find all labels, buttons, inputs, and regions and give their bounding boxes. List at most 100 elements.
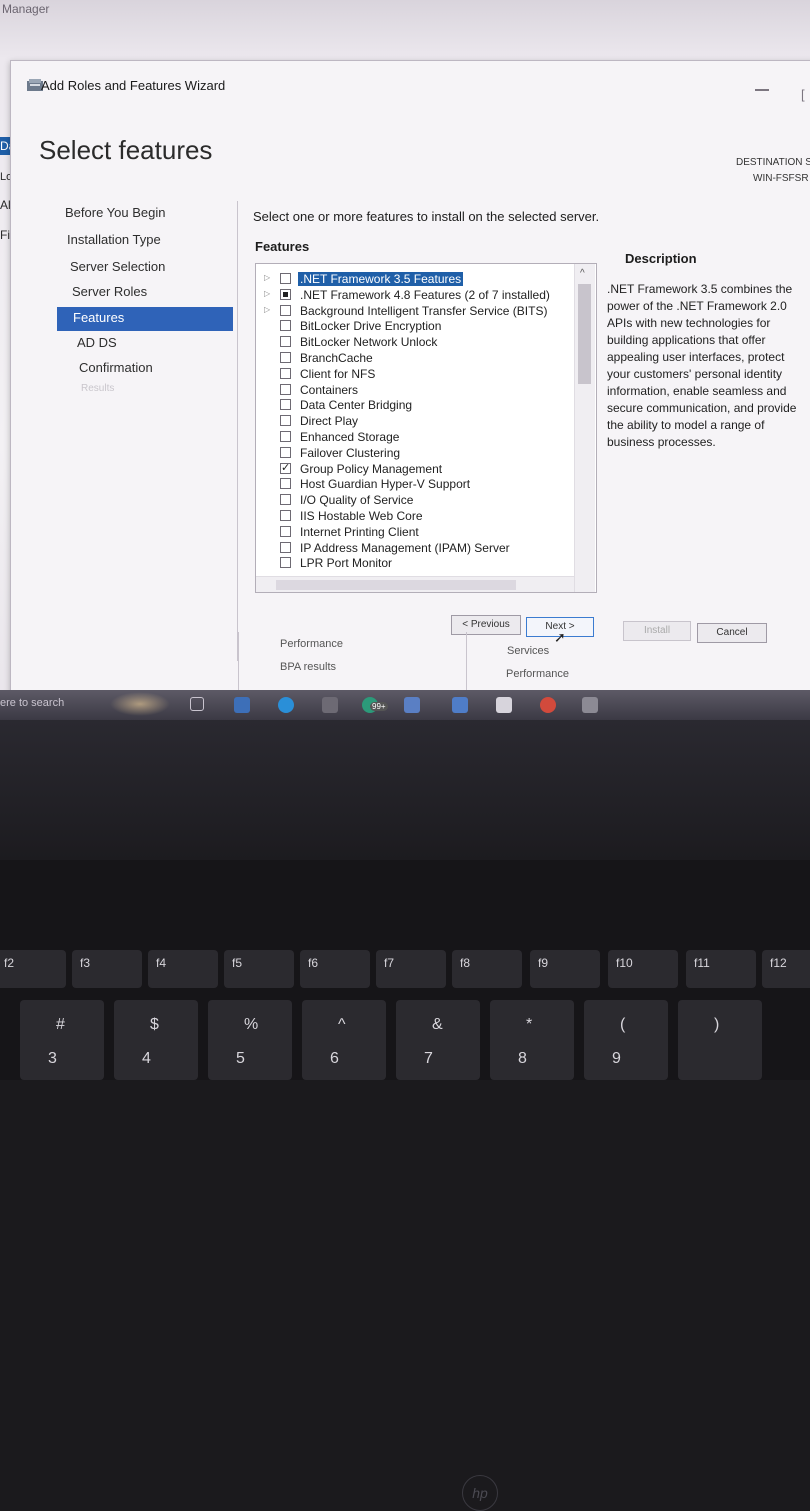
number-key[interactable]: ^ 6 xyxy=(302,1000,386,1080)
previous-button[interactable]: < Previous xyxy=(451,615,521,635)
function-key[interactable]: f4 xyxy=(148,950,218,988)
nav-installation-type[interactable]: Installation Type xyxy=(67,232,161,247)
feature-checkbox[interactable] xyxy=(280,510,291,521)
feature-row[interactable]: BitLocker Drive Encryption xyxy=(256,319,574,334)
number-key[interactable]: (9 xyxy=(584,1000,668,1080)
task-view-icon[interactable] xyxy=(190,697,204,711)
feature-row[interactable]: Failover Clustering xyxy=(256,446,574,461)
notes-icon[interactable] xyxy=(496,697,512,713)
horizontal-scroll-thumb[interactable] xyxy=(276,580,516,590)
feature-checkbox[interactable] xyxy=(280,383,291,395)
feature-row[interactable]: ▷ .NET Framework 3.5 Features xyxy=(256,272,574,287)
function-key[interactable]: f7 xyxy=(376,950,446,988)
number-key[interactable]: * 8 xyxy=(490,1000,574,1080)
feature-row[interactable]: LPR Port Monitor xyxy=(256,556,574,571)
feature-row[interactable]: Data Center Bridging xyxy=(256,398,574,413)
feature-checkbox[interactable] xyxy=(280,494,291,506)
function-key[interactable]: f6 xyxy=(300,950,370,988)
background-tile-bpa-results[interactable]: BPA results xyxy=(280,661,336,673)
feature-checkbox[interactable] xyxy=(280,320,291,332)
feature-row[interactable]: IIS Hostable Web Core xyxy=(256,509,574,524)
feature-checkbox[interactable] xyxy=(280,273,291,284)
feature-row[interactable]: Containers xyxy=(256,383,574,398)
number-key-symbol: ( xyxy=(620,1016,626,1033)
function-key[interactable]: f5 xyxy=(224,950,294,988)
function-key[interactable]: f8 xyxy=(452,950,522,988)
scroll-thumb[interactable] xyxy=(578,284,591,384)
background-tile-performance-2[interactable]: Performance xyxy=(506,668,569,680)
number-key[interactable]: & 7 xyxy=(396,1000,480,1080)
feature-checkbox[interactable] xyxy=(280,352,291,363)
feature-checkbox[interactable] xyxy=(280,288,291,300)
function-key[interactable]: f9 xyxy=(530,950,600,988)
feature-checkbox[interactable] xyxy=(280,415,291,427)
app-icon[interactable] xyxy=(404,697,420,713)
feature-checkbox[interactable] xyxy=(280,399,291,411)
background-tile-performance[interactable]: Performance xyxy=(280,638,343,650)
maximize-icon[interactable]: [ xyxy=(801,87,805,102)
feature-checkbox[interactable] xyxy=(280,525,291,537)
features-list[interactable]: ^ ▷ .NET Framework 3.5 Features ▷ .NET Fram… xyxy=(255,263,597,593)
mouse-cursor-icon: ➚ xyxy=(554,629,566,645)
feature-row[interactable]: IP Address Management (IPAM) Server xyxy=(256,541,574,556)
expand-arrow-icon[interactable]: ▷ xyxy=(264,273,270,282)
feature-row[interactable]: BranchCache xyxy=(256,351,574,366)
minimize-button[interactable] xyxy=(755,89,769,91)
feature-checkbox[interactable] xyxy=(280,478,291,490)
feature-checkbox[interactable] xyxy=(280,367,291,379)
feature-checkbox[interactable] xyxy=(280,461,291,474)
feature-row[interactable]: Internet Printing Client xyxy=(256,525,574,540)
server-manager-icon[interactable] xyxy=(582,697,598,713)
feature-row[interactable]: Direct Play xyxy=(256,414,574,429)
number-key[interactable]: $4 xyxy=(114,1000,198,1080)
feature-checkbox[interactable] xyxy=(280,557,291,569)
feature-row[interactable]: I/O Quality of Service xyxy=(256,493,574,508)
number-key[interactable]: % 5 xyxy=(208,1000,292,1080)
feature-checkbox[interactable] xyxy=(280,431,291,442)
feature-row[interactable]: ▷ Background Intelligent Transfer Service… xyxy=(256,304,574,319)
feature-checkbox[interactable] xyxy=(280,304,291,316)
nav-server-roles[interactable]: Server Roles xyxy=(72,284,147,299)
vs-code-icon[interactable] xyxy=(452,697,468,713)
nav-before-you-begin[interactable]: Before You Begin xyxy=(65,205,165,220)
function-key[interactable]: f12 xyxy=(762,950,810,988)
taskbar-search[interactable]: ere to search xyxy=(0,697,64,709)
expand-arrow-icon[interactable]: ▷ xyxy=(264,305,270,314)
title-bar[interactable]: Add Roles and Features Wizard [ xyxy=(11,61,810,102)
feature-row[interactable]: Group Policy Management xyxy=(256,461,574,477)
file-explorer-icon[interactable] xyxy=(234,697,250,713)
expand-arrow-icon[interactable]: ▷ xyxy=(264,289,270,298)
feature-row[interactable]: BitLocker Network Unlock xyxy=(256,335,574,350)
function-key-label: f8 xyxy=(460,956,471,970)
nav-features-label: Features xyxy=(73,310,125,325)
horizontal-scrollbar[interactable] xyxy=(256,576,574,592)
feature-row[interactable]: Host Guardian Hyper-V Support xyxy=(256,477,574,492)
vertical-scrollbar[interactable]: ^ xyxy=(574,264,595,592)
feature-row[interactable]: ▷ .NET Framework 4.8 Features (2 of 7 ins… xyxy=(256,288,574,303)
scroll-up-icon[interactable]: ^ xyxy=(580,268,585,279)
nav-server-selection[interactable]: Server Selection xyxy=(70,259,165,274)
page-title: Select features xyxy=(39,135,213,165)
function-key[interactable]: f11 xyxy=(686,950,756,988)
function-key[interactable]: f2 xyxy=(0,950,66,988)
function-key[interactable]: f3 xyxy=(72,950,142,988)
chrome-icon[interactable] xyxy=(540,697,556,713)
function-key-label: f2 xyxy=(4,956,15,970)
edge-browser-icon[interactable] xyxy=(278,697,294,713)
nav-ad-ds[interactable]: AD DS xyxy=(77,335,117,350)
number-key-digit: 3 xyxy=(48,1050,57,1067)
feature-checkbox[interactable] xyxy=(280,336,291,348)
nav-features[interactable]: Features xyxy=(57,307,233,331)
store-icon[interactable] xyxy=(322,697,338,713)
feature-row[interactable]: Enhanced Storage xyxy=(256,430,574,445)
number-key[interactable]: ) xyxy=(678,1000,762,1080)
feature-label: Group Policy Management xyxy=(300,461,443,476)
cancel-button[interactable]: Cancel xyxy=(697,623,767,643)
feature-checkbox[interactable] xyxy=(280,541,291,553)
background-tile-services[interactable]: Services xyxy=(507,645,549,657)
function-key[interactable]: f10 xyxy=(608,950,678,988)
feature-checkbox[interactable] xyxy=(280,446,291,458)
feature-row[interactable]: Client for NFS xyxy=(256,367,574,382)
number-key[interactable]: #3 xyxy=(20,1000,104,1080)
nav-confirmation[interactable]: Confirmation xyxy=(79,360,153,375)
